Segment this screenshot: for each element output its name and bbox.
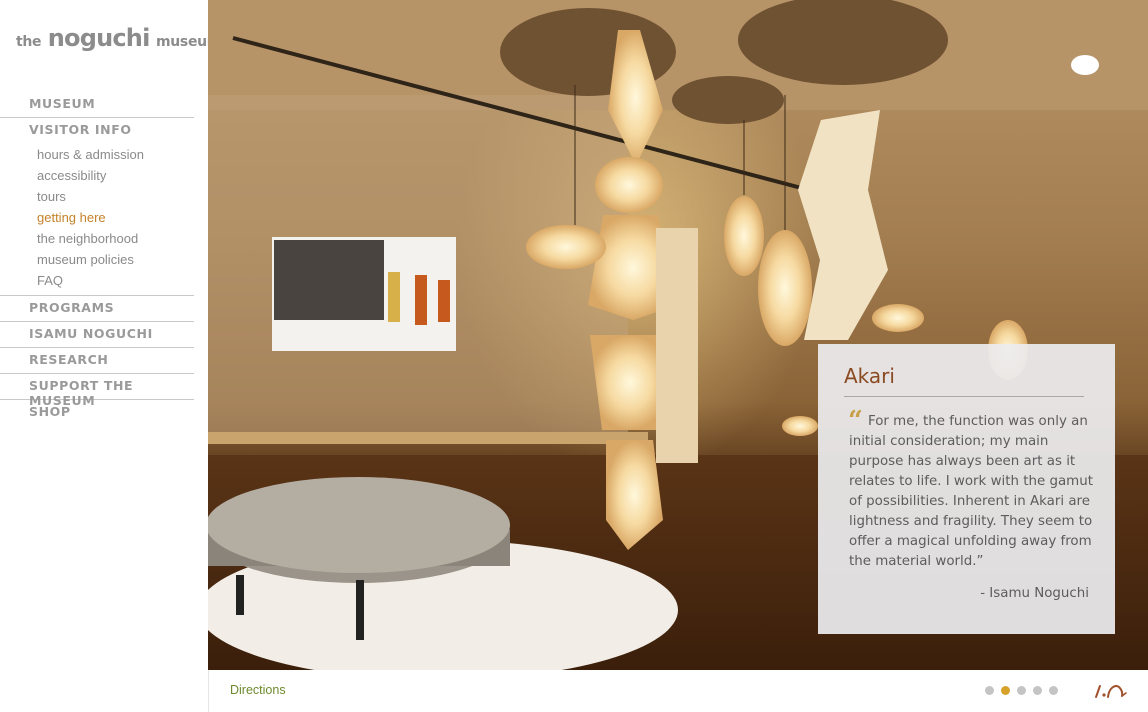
footer-bar: Directions [208, 670, 1148, 712]
bench [208, 432, 648, 444]
subnav-item-policies[interactable]: museum policies [37, 249, 194, 270]
logo-prefix: the [16, 34, 42, 50]
akari-small-lamp [782, 416, 818, 436]
akari-wall-lamp [872, 304, 924, 332]
akari-hanging-lamp [758, 230, 812, 346]
quote-author: - Isamu Noguchi [980, 586, 1089, 601]
table-leg [356, 580, 364, 640]
slide-dot-1[interactable] [985, 686, 994, 695]
sidebar: the noguchi museum MUSEUM VISITOR INFO h… [0, 0, 221, 712]
visitor-info-subnav: hours & admission accessibility tours ge… [0, 143, 194, 295]
wall-graphic [415, 275, 427, 325]
subnav-item-getting-here[interactable]: getting here [37, 207, 194, 228]
wall-graphic [438, 280, 450, 322]
nav-item-isamu-noguchi: ISAMU NOGUCHI [0, 322, 194, 348]
akari-zigzag-lamp [798, 110, 888, 340]
main-nav: MUSEUM VISITOR INFO hours & admission ac… [0, 92, 194, 425]
slide-dot-3[interactable] [1017, 686, 1026, 695]
slide-dot-4[interactable] [1033, 686, 1042, 695]
ceiling-disc [672, 76, 784, 124]
logo-name: noguchi [47, 24, 151, 52]
spot-light [1071, 55, 1099, 75]
subnav-item-accessibility[interactable]: accessibility [37, 165, 194, 186]
slide-dot-2[interactable] [1001, 686, 1010, 695]
wall-photo [274, 240, 384, 320]
nav-link-support[interactable]: SUPPORT THE MUSEUM [0, 374, 194, 408]
akari-hanging-lamp [526, 225, 606, 269]
nav-item-visitor-info: VISITOR INFO hours & admission accessibi… [0, 118, 194, 296]
nav-link-isamu-noguchi[interactable]: ISAMU NOGUCHI [0, 322, 194, 347]
nav-item-research: RESEARCH [0, 348, 194, 374]
slide-dot-5[interactable] [1049, 686, 1058, 695]
akari-tall-lamp [656, 228, 698, 463]
nav-link-shop[interactable]: SHOP [0, 400, 194, 425]
quote-card: Akari “ For me, the function was only an… [818, 344, 1115, 634]
nav-item-support: SUPPORT THE MUSEUM [0, 374, 194, 408]
nav-item-programs: PROGRAMS [0, 296, 194, 322]
subnav-item-faq[interactable]: FAQ [37, 270, 194, 291]
subnav-item-tours[interactable]: tours [37, 186, 194, 207]
akari-hanging-lamp [724, 196, 764, 276]
nav-item-museum: MUSEUM [0, 92, 194, 118]
quote-card-divider [844, 396, 1084, 397]
stone-table-top [208, 477, 510, 573]
noguchi-signature-icon[interactable] [1093, 680, 1129, 702]
wall-graphic [388, 272, 400, 322]
nav-link-visitor-info[interactable]: VISITOR INFO [0, 118, 194, 143]
nav-link-museum[interactable]: MUSEUM [0, 92, 194, 117]
slideshow-pagination [985, 686, 1058, 695]
subnav-item-neighborhood[interactable]: the neighborhood [37, 228, 194, 249]
nav-item-shop: SHOP [0, 400, 194, 425]
directions-link[interactable]: Directions [230, 683, 286, 697]
quote-card-title: Akari [844, 364, 895, 388]
table-leg [236, 575, 244, 615]
subnav-item-hours[interactable]: hours & admission [37, 144, 194, 165]
nav-link-programs[interactable]: PROGRAMS [0, 296, 194, 321]
nav-link-research[interactable]: RESEARCH [0, 348, 194, 373]
quote-text: For me, the function was only an initial… [849, 414, 1093, 569]
museum-logo[interactable]: the noguchi museum [16, 24, 221, 54]
